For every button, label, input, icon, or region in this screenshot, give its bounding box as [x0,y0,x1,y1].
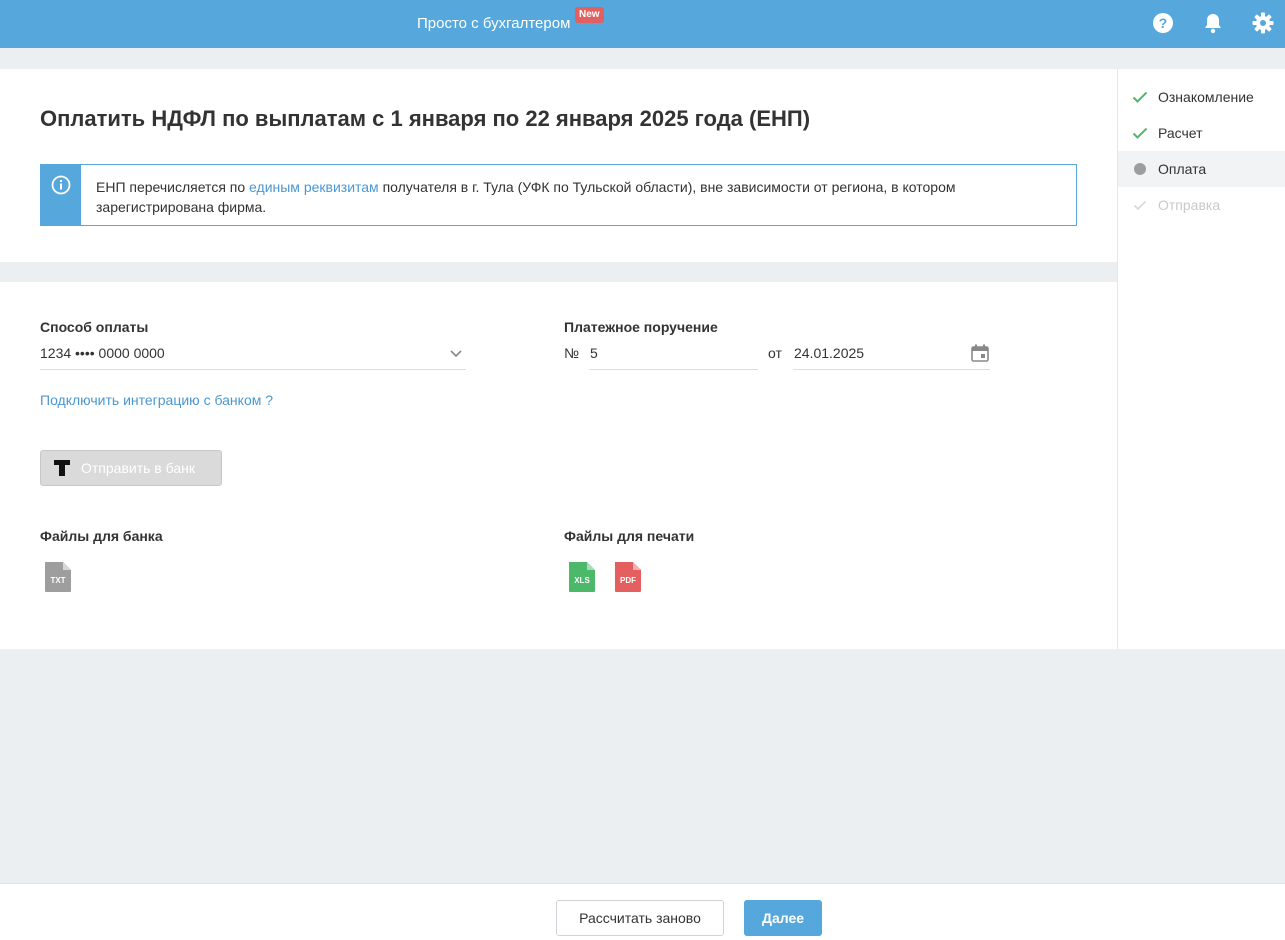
payment-method-underline [40,369,466,370]
check-icon [1132,125,1148,141]
info-strip [41,165,81,225]
svg-text:XLS: XLS [574,576,590,585]
step-sending: Отправка [1118,187,1285,223]
dot-icon [1132,161,1148,177]
svg-text:?: ? [1159,15,1168,31]
info-icon [51,175,71,195]
bell-icon[interactable] [1202,12,1224,34]
order-date-underline [793,369,990,370]
send-to-bank-button[interactable]: Отправить в банк [40,450,222,486]
payment-method-value: 1234 •••• 0000 0000 [40,345,165,361]
print-files-label: Файлы для печати [564,528,695,544]
info-box: ЕНП перечисляется по единым реквизитам п… [40,164,1077,226]
recalculate-button[interactable]: Рассчитать заново [556,900,724,936]
bank-files-label: Файлы для банка [40,528,163,544]
send-to-bank-label: Отправить в банк [81,460,195,476]
steps-sidebar: Ознакомление Расчет Оплата Отправка [1117,69,1285,649]
order-date-field[interactable]: 24.01.2025 [794,345,864,361]
txt-file-icon[interactable]: TXT [44,561,72,593]
page-title: Оплатить НДФЛ по выплатам с 1 января по … [40,106,811,131]
date-prefix: от [768,345,782,361]
calendar-icon[interactable] [970,343,990,368]
header-card: Оплатить НДФЛ по выплатам с 1 января по … [0,69,1117,262]
payment-method-label: Способ оплаты [40,319,149,335]
app-title[interactable]: Просто с бухгалтером [417,15,570,32]
order-number-underline [589,369,758,370]
info-text: ЕНП перечисляется по единым реквизитам п… [96,179,956,215]
help-icon[interactable]: ? [1152,12,1174,34]
svg-text:PDF: PDF [620,576,636,585]
check-icon [1132,89,1148,105]
step-familiarization[interactable]: Ознакомление [1118,79,1285,115]
payment-order-label: Платежное поручение [564,319,718,335]
next-button[interactable]: Далее [744,900,822,936]
gear-icon[interactable] [1252,12,1274,34]
order-number-field[interactable]: 5 [590,345,598,361]
payment-card: Способ оплаты 1234 •••• 0000 0000 Платеж… [0,282,1117,649]
footer-bar: Рассчитать заново Далее [0,883,1285,940]
bank-t-icon [53,459,71,482]
requisites-link[interactable]: единым реквизитам [249,179,379,195]
svg-text:TXT: TXT [50,576,65,585]
new-badge: New [575,7,604,23]
top-bar: Просто с бухгалтером New ? [0,0,1285,48]
check-icon [1132,197,1148,213]
step-calculation[interactable]: Расчет [1118,115,1285,151]
xls-file-icon[interactable]: XLS [568,561,596,593]
pdf-file-icon[interactable]: PDF [614,561,642,593]
chevron-down-icon[interactable] [449,346,463,365]
number-prefix: № [564,345,580,361]
bank-integration-link[interactable]: Подключить интеграцию с банком ? [40,392,273,408]
step-payment[interactable]: Оплата [1118,151,1285,187]
